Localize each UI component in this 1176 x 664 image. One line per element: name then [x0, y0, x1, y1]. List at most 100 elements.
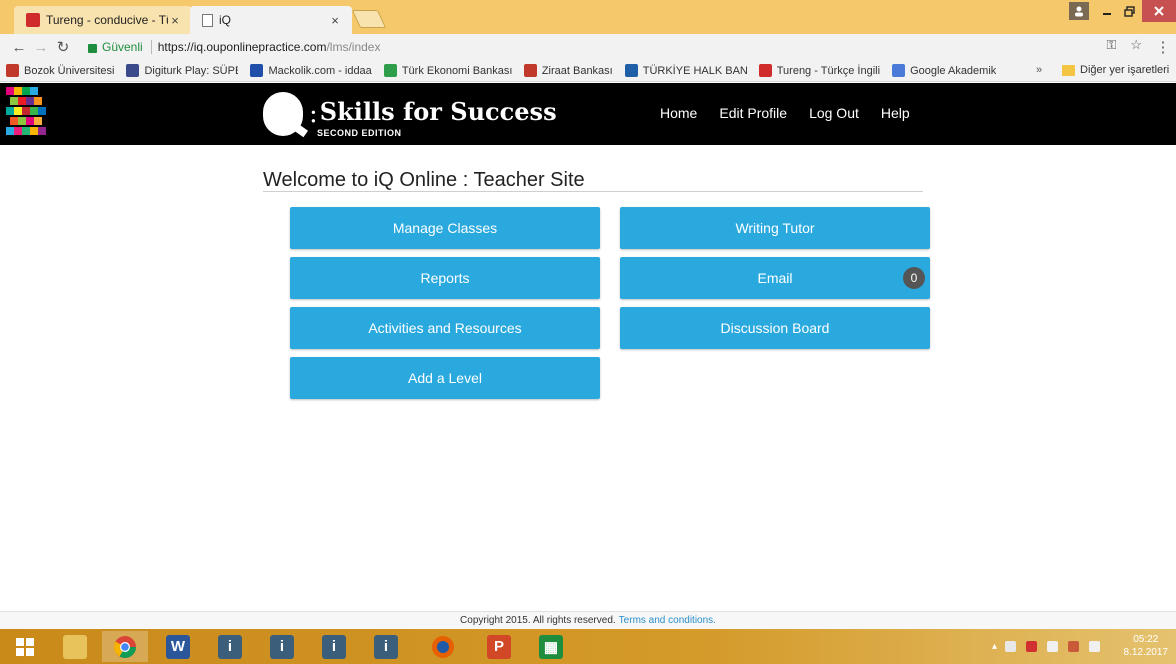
- bookmark-item[interactable]: Bozok Üniversitesi: [6, 64, 114, 77]
- new-tab-button[interactable]: [351, 10, 387, 28]
- action-center-flag-icon[interactable]: [1047, 641, 1059, 652]
- taskbar-iq-app-2[interactable]: i: [259, 631, 305, 662]
- key-icon[interactable]: ⚿: [1106, 37, 1116, 53]
- site-nav: Home Edit Profile Log Out Help: [660, 105, 910, 121]
- reload-icon[interactable]: ↻: [52, 38, 74, 56]
- other-bookmarks-label: Diğer yer işaretleri: [1080, 64, 1170, 76]
- close-window-button[interactable]: [1142, 0, 1176, 22]
- back-arrow-icon[interactable]: ←: [8, 39, 30, 56]
- taskbar-iq-app-3[interactable]: i: [311, 631, 357, 662]
- system-clock[interactable]: 05:22 8.12.2017: [1124, 633, 1169, 659]
- bookmark-icon: [250, 64, 264, 77]
- more-bookmarks-chevron-icon[interactable]: »: [1036, 64, 1042, 76]
- bookmark-label: Ziraat Bankası: [541, 64, 613, 77]
- volume-muted-icon[interactable]: [1068, 641, 1080, 652]
- signal-strength-icon[interactable]: [1089, 641, 1101, 652]
- bookmark-label: Digiturk Play: SÜPER: [144, 64, 238, 77]
- close-tab-icon[interactable]: ×: [168, 13, 182, 28]
- taskbar-file-explorer[interactable]: [52, 631, 98, 662]
- bookmark-item[interactable]: TÜRKİYE HALK BANK: [624, 64, 747, 77]
- taskbar-chrome[interactable]: [102, 631, 148, 662]
- email-button[interactable]: Email 0: [620, 257, 930, 299]
- bookmark-item[interactable]: Mackolik.com - iddaa: [250, 64, 372, 77]
- minimize-window-button[interactable]: [1096, 0, 1118, 22]
- add-a-level-button[interactable]: Add a Level: [290, 357, 600, 399]
- windows-logo-icon: [16, 637, 34, 656]
- writing-tutor-button[interactable]: Writing Tutor: [620, 207, 930, 249]
- network-adapter-icon[interactable]: [1005, 641, 1017, 652]
- taskbar-firefox[interactable]: [420, 631, 466, 662]
- bookmark-icon: [126, 64, 140, 77]
- email-button-label: Email: [757, 270, 793, 286]
- folder-icon: [1062, 64, 1075, 76]
- copyright-text: Copyright 2015. All rights reserved.: [460, 615, 616, 626]
- calculator-icon: ▦: [539, 634, 563, 659]
- taskbar-iq-app-4[interactable]: i: [363, 631, 409, 662]
- lock-icon: [88, 43, 97, 53]
- page-favicon-icon: [202, 13, 213, 27]
- antivirus-icon[interactable]: [1026, 641, 1038, 652]
- other-bookmarks-folder[interactable]: Diğer yer işaretleri: [1062, 64, 1169, 76]
- firefox-icon: [432, 635, 454, 658]
- taskbar-powerpoint[interactable]: P: [476, 631, 522, 662]
- nav-edit-profile[interactable]: Edit Profile: [719, 105, 787, 121]
- url-path: /lms/index: [326, 40, 381, 54]
- restore-window-button[interactable]: [1118, 0, 1140, 22]
- discussion-board-button[interactable]: Discussion Board: [620, 307, 930, 349]
- browser-menu-icon[interactable]: ⋮: [1152, 38, 1174, 56]
- bookmark-label: Türk Ekonomi Bankası: [401, 64, 512, 77]
- taskbar-calculator[interactable]: ▦: [528, 631, 574, 662]
- bookmark-item[interactable]: Digiturk Play: SÜPER: [126, 64, 238, 77]
- secure-label: Güvenli: [102, 40, 143, 54]
- logo-title: Skills for Success: [319, 96, 557, 126]
- activities-and-resources-button[interactable]: Activities and Resources: [290, 307, 600, 349]
- bookmark-item[interactable]: Tureng - Türkçe İngili: [758, 64, 881, 77]
- bookmark-icon: [624, 64, 638, 77]
- bookmark-item[interactable]: Google Akademik: [892, 64, 996, 77]
- iq-app-icon: i: [374, 634, 398, 659]
- forward-arrow-icon[interactable]: →: [30, 39, 52, 56]
- iq-app-icon: i: [322, 634, 346, 659]
- address-divider: [150, 40, 152, 54]
- star-icon[interactable]: ☆: [1130, 37, 1142, 53]
- skills-for-success-logo[interactable]: : Skills for Success SECOND EDITION: [263, 92, 557, 138]
- user-profile-icon[interactable]: [1069, 2, 1089, 20]
- manage-classes-button[interactable]: Manage Classes: [290, 207, 600, 249]
- bookmark-icon: [383, 64, 397, 77]
- nav-help[interactable]: Help: [881, 105, 910, 121]
- bookmark-label: TÜRKİYE HALK BANK: [642, 64, 747, 77]
- tab-iq[interactable]: iQ ×: [190, 6, 352, 34]
- word-icon: W: [166, 634, 190, 659]
- start-button[interactable]: [2, 631, 48, 662]
- nav-home[interactable]: Home: [660, 105, 697, 121]
- tab-tureng[interactable]: Tureng - conducive - Tür ×: [14, 6, 192, 34]
- tureng-favicon-icon: [26, 13, 40, 27]
- nav-log-out[interactable]: Log Out: [809, 105, 859, 121]
- bookmark-label: Tureng - Türkçe İngili: [776, 64, 881, 77]
- bookmark-label: Google Akademik: [910, 64, 997, 77]
- logo-edition: SECOND EDITION: [317, 128, 402, 138]
- site-header: : Skills for Success SECOND EDITION Home…: [0, 83, 1176, 145]
- reports-button[interactable]: Reports: [290, 257, 600, 299]
- show-hidden-icons-icon[interactable]: ▴: [992, 641, 997, 652]
- address-bar[interactable]: Güvenli https://iq.ouponlinepractice.com…: [88, 37, 1148, 57]
- terms-link[interactable]: Terms and conditions.: [619, 615, 716, 626]
- windows-taskbar: W i i i i P ▦ ▴ 05:22 8.12.2017: [0, 629, 1176, 664]
- powerpoint-icon: P: [487, 634, 511, 659]
- logo-colon: :: [309, 99, 318, 129]
- bookmark-item[interactable]: Ziraat Bankası: [523, 64, 613, 77]
- close-tab-icon[interactable]: ×: [328, 13, 342, 28]
- page-footer: Copyright 2015. All rights reserved. Ter…: [0, 611, 1176, 629]
- bookmark-icon: [523, 64, 537, 77]
- system-tray: ▴ 05:22 8.12.2017: [992, 629, 1176, 664]
- tab-title: iQ: [219, 13, 231, 27]
- iq-app-icon: i: [218, 634, 242, 659]
- clock-time: 05:22: [1133, 634, 1159, 645]
- bookmark-item[interactable]: Türk Ekonomi Bankası: [383, 64, 512, 77]
- q-logo-icon: [263, 92, 303, 136]
- iq-app-icon: i: [270, 634, 294, 659]
- bookmark-icon: [758, 64, 772, 77]
- taskbar-iq-app-1[interactable]: i: [207, 631, 253, 662]
- taskbar-word[interactable]: W: [155, 631, 201, 662]
- browser-tabstrip: Tureng - conducive - Tür × iQ ×: [0, 0, 1176, 34]
